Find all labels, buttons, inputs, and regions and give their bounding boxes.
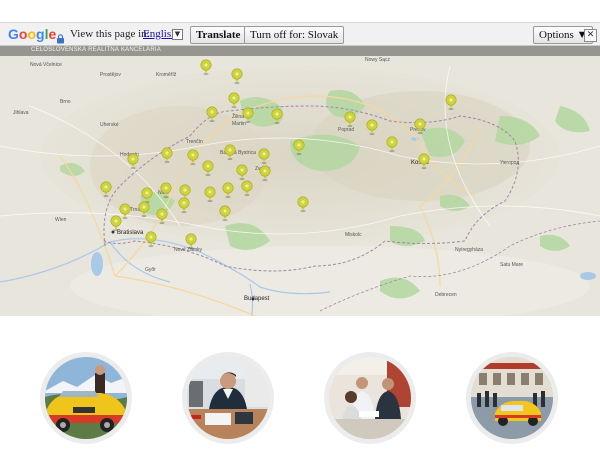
city-label: Martin xyxy=(232,121,246,127)
google-translate-bar: Google View this page in: English ▼ Tran… xyxy=(0,22,600,46)
city-label: Wien xyxy=(55,217,67,223)
photo-fleet-cars[interactable] xyxy=(466,352,558,444)
photo-row xyxy=(0,316,600,450)
close-icon[interactable]: ✕ xyxy=(584,29,597,42)
city-label-budapest: Budapest xyxy=(244,296,270,302)
translate-button[interactable]: Translate xyxy=(190,26,247,44)
translate-prompt: View this page in: xyxy=(70,28,150,40)
city-label: Miskolc xyxy=(345,232,362,238)
city-label: Poprad xyxy=(338,127,354,133)
svg-text:Nová Včelnice: Nová Včelnice xyxy=(30,62,62,68)
city-label: Nowy Sącz xyxy=(365,57,391,63)
city-label-bratislava: Bratislava xyxy=(117,230,144,236)
city-label: Satu Mare xyxy=(500,262,523,268)
photo-agent-desk[interactable] xyxy=(182,352,274,444)
photo-handshake[interactable] xyxy=(324,352,416,444)
city-label: Ужгород xyxy=(500,160,519,166)
map-canvas[interactable]: Nová Včelnice Prostějov Kroměříž Brno Ji… xyxy=(0,46,600,316)
city-label: Žilina xyxy=(232,112,244,120)
map-header-bar: CELOSLOVENSKÁ REALITNÁ KANCELÁRIA xyxy=(0,46,600,56)
map-header-text: CELOSLOVENSKÁ REALITNÁ KANCELÁRIA xyxy=(31,47,161,53)
city-label: Nyíregyháza xyxy=(455,247,483,253)
photo-team-car[interactable] xyxy=(40,352,132,444)
svg-text:Prostějov: Prostějov xyxy=(100,72,121,78)
google-logo: Google xyxy=(8,26,57,42)
city-label: Trenčín xyxy=(186,139,203,145)
svg-text:Uherské: Uherské xyxy=(100,122,119,128)
chevron-down-icon[interactable]: ▼ xyxy=(172,29,183,40)
svg-text:Jihlava: Jihlava xyxy=(13,110,29,116)
city-label: Brno xyxy=(60,99,71,105)
office-map[interactable]: Nová Včelnice Prostějov Kroměříž Brno Ji… xyxy=(0,46,600,316)
svg-text:Kroměříž: Kroměříž xyxy=(156,72,177,78)
city-label: Nové Zámky xyxy=(174,247,203,253)
city-label: Győr xyxy=(145,267,156,273)
city-label: Debrecen xyxy=(435,292,457,298)
turn-off-button[interactable]: Turn off for: Slovak xyxy=(244,26,345,44)
